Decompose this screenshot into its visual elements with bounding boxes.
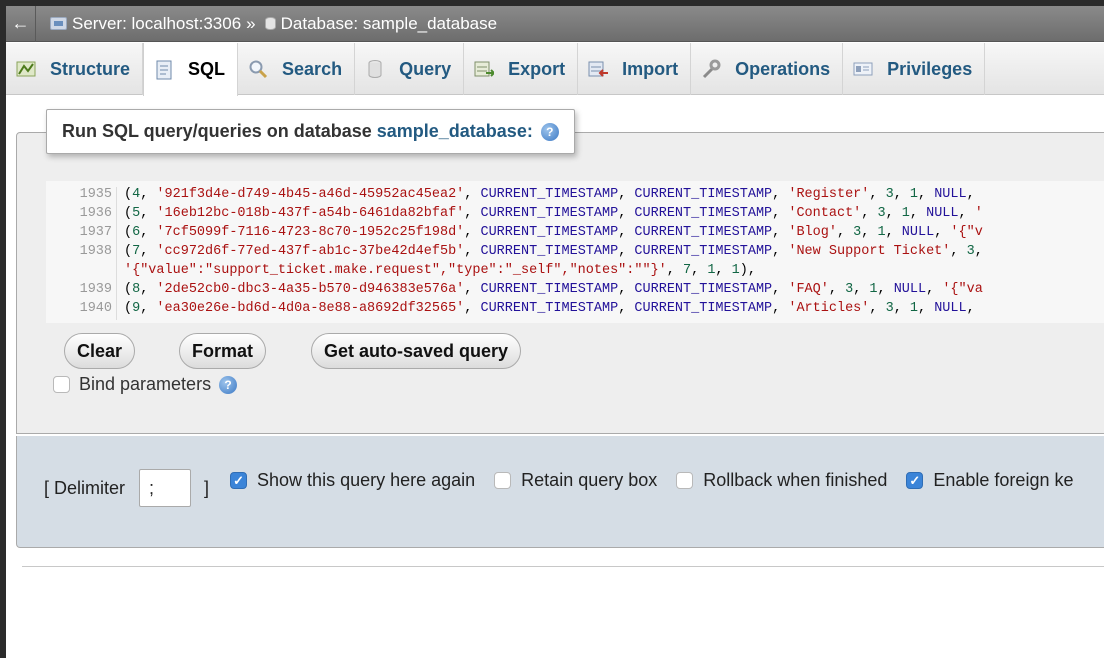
wrench-icon: [701, 59, 721, 79]
code-text: (5, '16eb12bc-018b-437f-a54b-6461da82bfa…: [124, 206, 983, 221]
tab-structure-label: Structure: [50, 58, 131, 79]
tab-query[interactable]: Query: [355, 43, 465, 95]
code-line[interactable]: 1940 (9, 'ea30e26e-bd6d-4d0a-8e88-a8692df…: [46, 301, 975, 320]
tab-import[interactable]: Import: [578, 43, 692, 95]
retain-query-box-checkbox[interactable]: [494, 471, 512, 489]
line-number: 1937: [79, 225, 112, 240]
code-line[interactable]: '{"value":"support_ticket.make.request",…: [46, 263, 756, 282]
line-number: 1935: [79, 187, 112, 202]
gutter-divider: [116, 187, 124, 206]
server-icon: [50, 17, 67, 30]
gutter-divider: [116, 282, 124, 301]
query-box-legend: Run SQL query/queries on database sample…: [46, 109, 575, 154]
breadcrumb-server-label[interactable]: Server: localhost:3306: [72, 14, 241, 34]
bind-parameters-label: Bind parameters: [79, 374, 212, 394]
divider: [22, 566, 1104, 567]
breadcrumb-server[interactable]: Server: localhost:3306: [36, 14, 241, 34]
line-number: 1936: [79, 206, 112, 221]
tab-sql-label: SQL: [188, 59, 226, 79]
legend-database-link[interactable]: sample_database:: [377, 121, 533, 142]
code-text: '{"value":"support_ticket.make.request",…: [124, 263, 756, 278]
tab-bar: Structure SQL Search Query Export Import…: [6, 43, 1104, 96]
search-icon: [248, 60, 268, 79]
database-icon: [264, 17, 276, 30]
delimiter-input[interactable]: ;: [139, 469, 192, 507]
sql-icon: [154, 60, 174, 79]
foreign-keys-checkbox[interactable]: ✓: [906, 471, 924, 489]
code-line[interactable]: 1937 (6, '7cf5099f-7116-4723-8c70-1952c25…: [46, 225, 983, 244]
line-number: 1938: [79, 244, 112, 259]
clear-button[interactable]: Clear: [64, 333, 136, 369]
code-text: (7, 'cc972d6f-77ed-437f-ab1c-37be42d4ef5…: [124, 244, 983, 259]
query-icon: [365, 60, 385, 78]
foreign-keys-option[interactable]: ✓ Enable foreign ke: [906, 470, 1073, 491]
code-line[interactable]: 1936 (5, '16eb12bc-018b-437f-a54b-6461da8…: [46, 206, 983, 225]
retain-query-box-label: Retain query box: [521, 469, 658, 490]
rollback-option[interactable]: Rollback when finished: [676, 470, 887, 491]
code-line[interactable]: 1938 (7, 'cc972d6f-77ed-437f-ab1c-37be42d…: [46, 244, 983, 263]
help-icon[interactable]: ?: [219, 375, 238, 394]
foreign-keys-label: Enable foreign ke: [933, 469, 1074, 490]
retain-query-box-option[interactable]: Retain query box: [494, 470, 657, 491]
tab-operations[interactable]: Operations: [691, 43, 844, 95]
gutter-divider: [116, 301, 124, 320]
rollback-checkbox[interactable]: [676, 471, 694, 489]
code-line[interactable]: 1939 (8, '2de52cb0-dbc3-4a35-b570-d946383…: [46, 282, 983, 301]
privileges-icon: [853, 60, 873, 78]
show-query-again-checkbox[interactable]: ✓: [230, 471, 248, 489]
show-query-again-option[interactable]: ✓ Show this query here again: [230, 470, 475, 491]
tab-privileges-label: Privileges: [887, 58, 973, 79]
format-button[interactable]: Format: [179, 333, 267, 369]
back-arrow-icon[interactable]: ←: [6, 6, 36, 42]
gutter-divider: [116, 263, 124, 282]
breadcrumb-database-label[interactable]: Database: sample_database: [281, 14, 497, 34]
bind-parameters-checkbox[interactable]: [53, 376, 70, 393]
import-icon: [588, 60, 609, 78]
tab-structure[interactable]: Structure: [6, 43, 144, 95]
tab-operations-label: Operations: [735, 58, 831, 79]
breadcrumb-separator: »: [246, 13, 256, 33]
tab-sql[interactable]: SQL: [143, 43, 239, 96]
tab-export-label: Export: [508, 58, 566, 79]
delimiter-label: [ Delimiter: [44, 477, 126, 498]
rollback-label: Rollback when finished: [703, 469, 888, 490]
delimiter-close-bracket: ]: [204, 477, 210, 498]
tab-privileges[interactable]: Privileges: [843, 43, 986, 95]
breadcrumb-database[interactable]: Database: sample_database: [261, 14, 497, 34]
help-icon[interactable]: ?: [540, 122, 559, 141]
code-text: (4, '921f3d4e-d749-4b45-a46d-45952ac45ea…: [124, 187, 975, 202]
tab-search-label: Search: [282, 58, 343, 79]
line-number: 1939: [79, 282, 112, 297]
gutter-divider: [116, 225, 124, 244]
export-icon: [474, 60, 495, 78]
code-text: (8, '2de52cb0-dbc3-4a35-b570-d946383e576…: [124, 282, 983, 297]
show-query-again-label: Show this query here again: [257, 469, 476, 490]
query-options-row: [ Delimiter ; ] ✓ Show this query here a…: [44, 468, 1092, 508]
gutter-divider: [116, 206, 124, 225]
line-number: 1940: [79, 301, 112, 316]
get-auto-saved-query-button[interactable]: Get auto-saved query: [311, 333, 522, 369]
code-line[interactable]: 1935 (4, '921f3d4e-d749-4b45-a46d-45952ac…: [46, 187, 975, 206]
tab-import-label: Import: [622, 58, 679, 79]
tab-query-label: Query: [399, 58, 452, 79]
code-text: (9, 'ea30e26e-bd6d-4d0a-8e88-a8692df3256…: [124, 301, 975, 316]
code-text: (6, '7cf5099f-7116-4723-8c70-1952c25f198…: [124, 225, 983, 240]
tab-search[interactable]: Search: [238, 43, 356, 95]
gutter-divider: [116, 244, 124, 263]
sql-code-editor[interactable]: 1935 (4, '921f3d4e-d749-4b45-a46d-45952ac…: [46, 181, 1104, 323]
bind-parameters-option[interactable]: Bind parameters ?: [53, 374, 238, 395]
breadcrumb-bar: ← Server: localhost:3306 » Database: sam…: [6, 6, 1104, 42]
structure-icon: [16, 60, 36, 78]
tab-export[interactable]: Export: [464, 43, 579, 95]
line-number: [46, 263, 116, 282]
phpmyadmin-window: ← Server: localhost:3306 » Database: sam…: [6, 6, 1104, 658]
legend-text: Run SQL query/queries on database: [62, 121, 372, 141]
